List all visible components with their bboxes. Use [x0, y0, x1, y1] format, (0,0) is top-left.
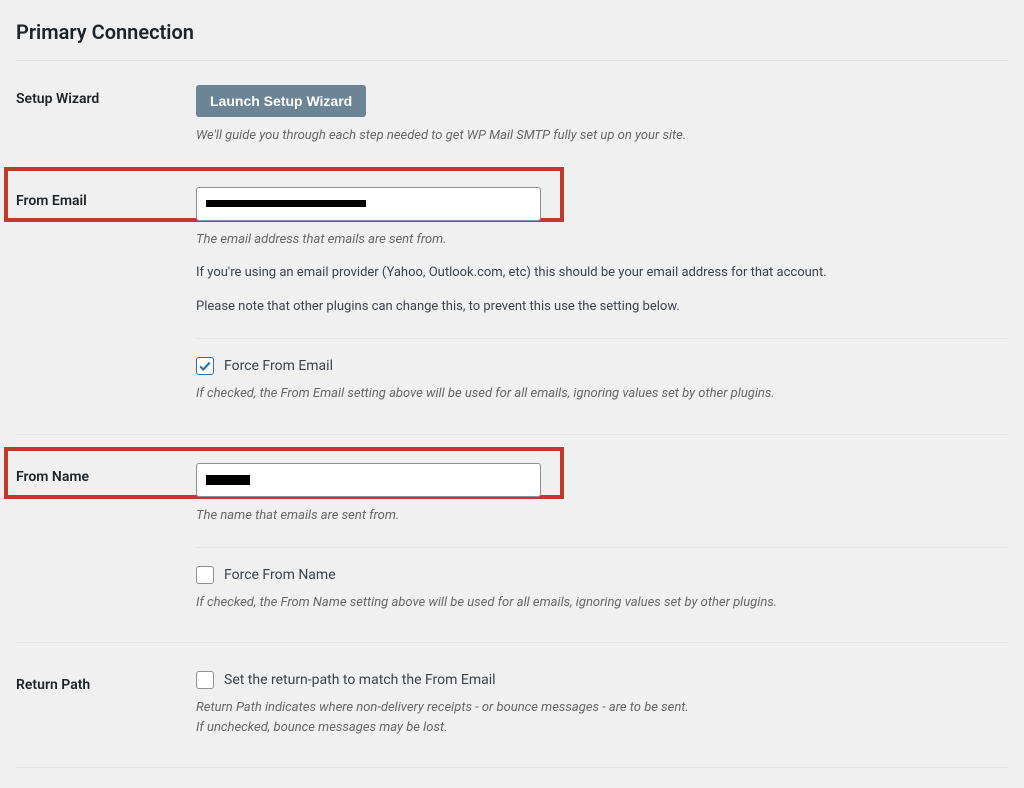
force-from-email-checkbox[interactable] — [196, 357, 214, 375]
from-name-label: From Name — [16, 463, 196, 485]
from-email-desc2: If you're using an email provider (Yahoo… — [196, 263, 1008, 283]
force-from-email-desc: If checked, the From Email setting above… — [196, 385, 1008, 403]
redacted-name-value — [206, 475, 250, 485]
section-title: Primary Connection — [16, 20, 1008, 44]
divider — [16, 642, 1008, 643]
divider — [16, 767, 1008, 768]
return-path-chk-label: Set the return-path to match the From Em… — [224, 672, 496, 688]
return-path-label: Return Path — [16, 671, 196, 693]
inner-divider — [196, 547, 1008, 548]
force-from-email-label: Force From Email — [224, 358, 333, 374]
divider — [16, 60, 1008, 61]
setup-wizard-row: Setup Wizard Launch Setup Wizard We'll g… — [16, 85, 1008, 145]
launch-setup-wizard-button[interactable]: Launch Setup Wizard — [196, 85, 366, 117]
from-email-desc1: The email address that emails are sent f… — [196, 231, 1008, 249]
from-email-label: From Email — [16, 187, 196, 209]
from-name-desc: The name that emails are sent from. — [196, 507, 1008, 525]
force-from-name-checkbox[interactable] — [196, 566, 214, 584]
redacted-email-value — [206, 200, 366, 207]
return-path-checkbox[interactable] — [196, 671, 214, 689]
from-name-row: From Name The name that emails are sent … — [16, 463, 1008, 612]
divider — [16, 434, 1008, 435]
force-from-name-label: Force From Name — [224, 567, 336, 583]
check-icon — [198, 359, 212, 373]
from-email-row: From Email The email address that emails… — [16, 187, 1008, 403]
force-from-name-desc: If checked, the From Name setting above … — [196, 594, 1008, 612]
return-path-desc2: If unchecked, bounce messages may be los… — [196, 719, 1008, 737]
from-email-desc3: Please note that other plugins can chang… — [196, 297, 1008, 317]
inner-divider — [196, 338, 1008, 339]
setup-wizard-desc: We'll guide you through each step needed… — [196, 127, 1008, 145]
return-path-row: Return Path Set the return-path to match… — [16, 671, 1008, 737]
setup-wizard-label: Setup Wizard — [16, 85, 196, 107]
